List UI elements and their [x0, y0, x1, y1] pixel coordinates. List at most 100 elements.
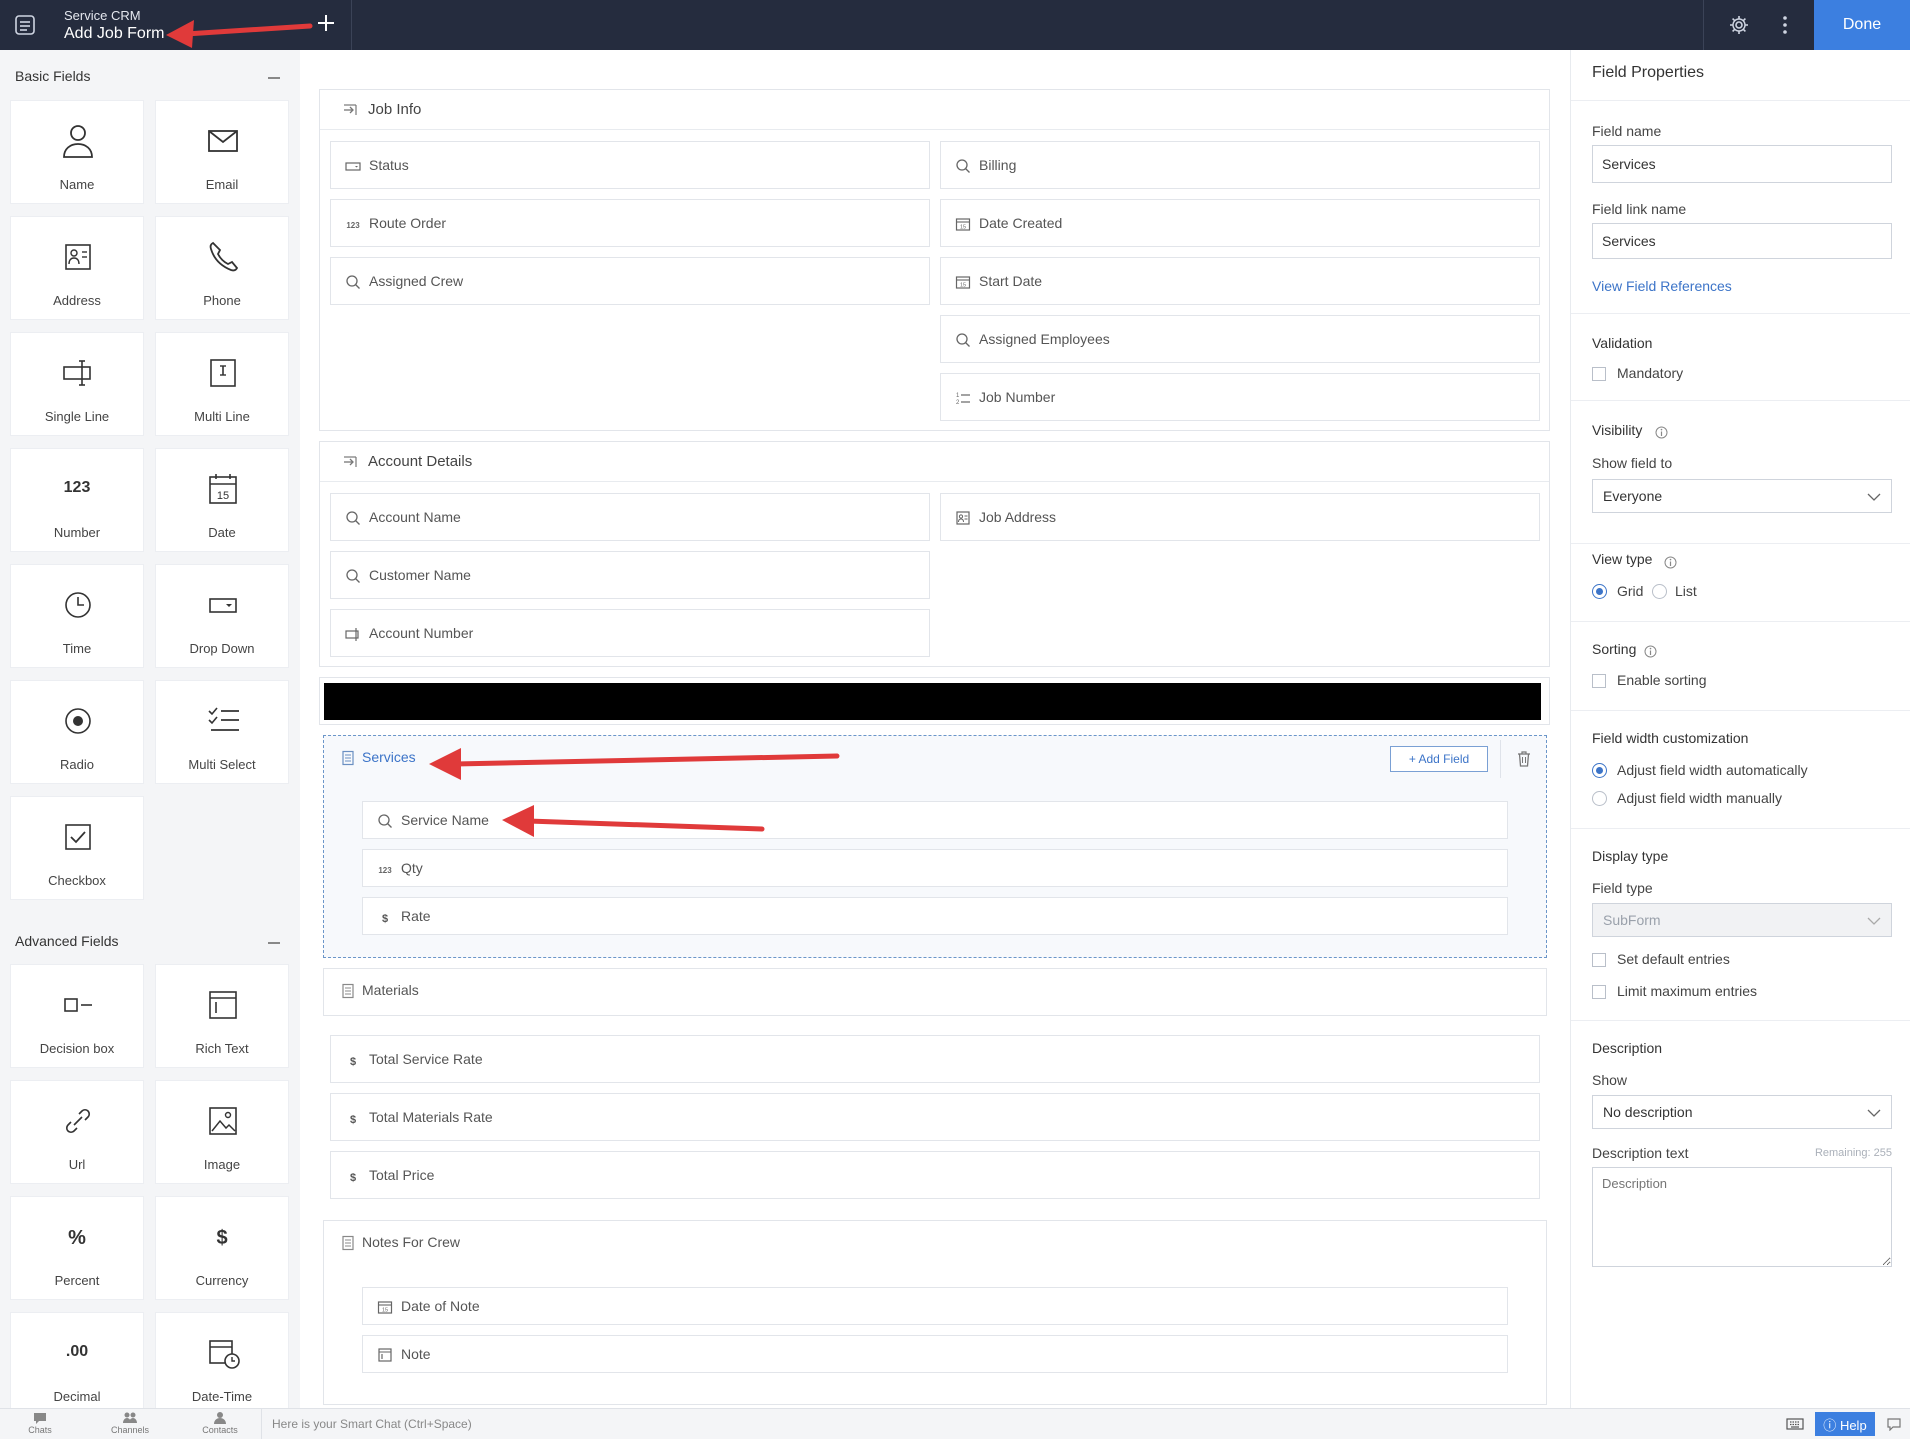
field-tile-multi-line[interactable]: Multi Line: [155, 332, 289, 436]
limit-max-entries-label: Limit maximum entries: [1617, 983, 1758, 999]
field-tile-currency[interactable]: $ Currency: [155, 1196, 289, 1300]
field-tile-radio[interactable]: Radio: [10, 680, 144, 784]
field-assigned-crew[interactable]: Assigned Crew: [330, 257, 930, 305]
contacts-button[interactable]: Contacts: [190, 1411, 250, 1435]
field-tile-name[interactable]: Name: [10, 100, 144, 204]
field-tile-phone[interactable]: Phone: [155, 216, 289, 320]
field-tile-decision-box[interactable]: Decision box: [10, 964, 144, 1068]
message-icon[interactable]: [1886, 1417, 1902, 1431]
currency-icon: $: [216, 1227, 228, 1249]
help-button[interactable]: ⓘ Help: [1815, 1412, 1875, 1436]
field-tile-image[interactable]: Image: [155, 1080, 289, 1184]
redacted-bar: [324, 683, 1541, 720]
svg-text:$: $: [350, 1114, 356, 1126]
view-field-references-link[interactable]: View Field References: [1592, 278, 1732, 294]
radio-icon: [56, 701, 100, 741]
field-tile-url[interactable]: Url: [10, 1080, 144, 1184]
section-icon: [342, 102, 358, 118]
trash-icon[interactable]: [1516, 750, 1532, 768]
field-job-number[interactable]: 12 Job Number: [940, 373, 1540, 421]
subform-field-qty[interactable]: 123 Qty: [362, 849, 1508, 887]
field-link-name-input[interactable]: [1592, 223, 1892, 259]
multi-select-icon: [201, 701, 245, 741]
subform-notes-for-crew[interactable]: Notes For Crew 15 Date of Note Note: [323, 1220, 1547, 1405]
app-menu-icon[interactable]: [12, 12, 38, 38]
add-form-plus-icon[interactable]: [314, 11, 338, 35]
field-tile-number[interactable]: 123 Number: [10, 448, 144, 552]
info-icon[interactable]: [1655, 426, 1668, 439]
field-status[interactable]: Status: [330, 141, 930, 189]
show-field-to-select[interactable]: Everyone: [1592, 479, 1892, 513]
set-default-entries-checkbox[interactable]: [1592, 953, 1606, 967]
form-name[interactable]: Add Job Form: [64, 25, 164, 43]
done-button[interactable]: Done: [1814, 0, 1910, 50]
select-value: Everyone: [1603, 488, 1663, 504]
add-field-button[interactable]: + Add Field: [1390, 746, 1488, 772]
view-type-grid-radio[interactable]: [1592, 584, 1607, 599]
field-tile-date[interactable]: 15 Date: [155, 448, 289, 552]
subform-field-rate[interactable]: $ Rate: [362, 897, 1508, 935]
svg-text:15: 15: [382, 1308, 388, 1314]
field-start-date[interactable]: 15 Start Date: [940, 257, 1540, 305]
subform-materials[interactable]: Materials: [323, 968, 1547, 1016]
show-field-to-label: Show field to: [1592, 455, 1673, 471]
field-tile-time[interactable]: Time: [10, 564, 144, 668]
width-auto-radio[interactable]: [1592, 763, 1607, 778]
field-tile-decimal[interactable]: .00 Decimal: [10, 1312, 144, 1408]
field-date-created[interactable]: 15 Date Created: [940, 199, 1540, 247]
subform-services[interactable]: Services + Add Field Service Name 123 Qt…: [323, 735, 1547, 958]
smart-chat-input[interactable]: Here is your Smart Chat (Ctrl+Space): [261, 1409, 1781, 1439]
field-tile-date-time[interactable]: Date-Time: [155, 1312, 289, 1408]
field-assigned-employees[interactable]: Assigned Employees: [940, 315, 1540, 363]
keyboard-icon[interactable]: [1786, 1417, 1804, 1431]
remaining-counter: Remaining: 255: [1814, 1147, 1892, 1159]
field-tile-label: Percent: [54, 1273, 100, 1288]
field-account-name[interactable]: Account Name: [330, 493, 930, 541]
limit-max-entries-checkbox[interactable]: [1592, 985, 1606, 999]
field-total-price[interactable]: $ Total Price: [330, 1151, 1540, 1199]
gear-icon[interactable]: [1728, 14, 1750, 36]
field-tile-email[interactable]: Email: [155, 100, 289, 204]
show-description-select[interactable]: No description: [1592, 1095, 1892, 1129]
auto-number-icon: 12: [955, 390, 971, 406]
field-customer-name[interactable]: Customer Name: [330, 551, 930, 599]
field-account-number[interactable]: Account Number: [330, 609, 930, 657]
mandatory-checkbox[interactable]: [1592, 367, 1606, 381]
number-icon: 123: [345, 216, 361, 232]
field-job-address[interactable]: Job Address: [940, 493, 1540, 541]
width-manual-radio[interactable]: [1592, 791, 1607, 806]
divider: [1571, 100, 1910, 101]
field-tile-address[interactable]: Address: [10, 216, 144, 320]
info-icon[interactable]: [1644, 645, 1657, 658]
field-label: Date Created: [979, 215, 1063, 231]
field-tile-multi-select[interactable]: Multi Select: [155, 680, 289, 784]
field-label: Billing: [979, 157, 1017, 173]
field-tile-checkbox[interactable]: Checkbox: [10, 796, 144, 900]
field-tile-drop-down[interactable]: Drop Down: [155, 564, 289, 668]
section-title: Account Details: [368, 453, 473, 470]
info-icon[interactable]: [1664, 556, 1677, 569]
subform-field-service-name[interactable]: Service Name: [362, 801, 1508, 839]
description-textarea[interactable]: [1592, 1167, 1892, 1267]
field-total-materials-rate[interactable]: $ Total Materials Rate: [330, 1093, 1540, 1141]
field-tile-single-line[interactable]: Single Line: [10, 332, 144, 436]
field-name-input[interactable]: [1592, 145, 1892, 183]
subform-title[interactable]: Services: [362, 749, 416, 765]
more-options-icon[interactable]: [1779, 13, 1791, 37]
field-tile-rich-text[interactable]: Rich Text: [155, 964, 289, 1068]
field-total-service-rate[interactable]: $ Total Service Rate: [330, 1035, 1540, 1083]
view-type-list-radio[interactable]: [1652, 584, 1667, 599]
subform-field-date-of-note[interactable]: 15 Date of Note: [362, 1287, 1508, 1325]
chats-button[interactable]: Chats: [10, 1411, 70, 1435]
channels-button[interactable]: Channels: [100, 1411, 160, 1435]
width-auto-label: Adjust field width automatically: [1617, 762, 1808, 778]
collapse-basic-icon[interactable]: [268, 77, 280, 79]
enable-sorting-checkbox[interactable]: [1592, 674, 1606, 688]
subform-field-note[interactable]: Note: [362, 1335, 1508, 1373]
divider: [1571, 828, 1910, 829]
collapse-advanced-icon[interactable]: [268, 942, 280, 944]
sorting-title: Sorting: [1592, 641, 1637, 657]
field-tile-percent[interactable]: % Percent: [10, 1196, 144, 1300]
field-route-order[interactable]: 123 Route Order: [330, 199, 930, 247]
field-billing[interactable]: Billing: [940, 141, 1540, 189]
